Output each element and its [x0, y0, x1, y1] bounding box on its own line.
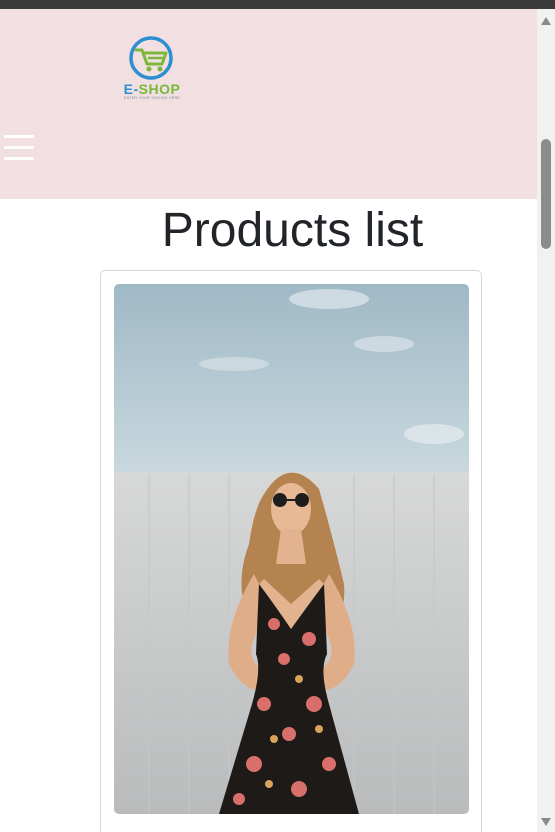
logo-e: E- — [123, 81, 139, 97]
page-viewport: E-SHOP ENTER YOUR TAGLINE HERE Products … — [0, 9, 537, 832]
scrollbar-thumb[interactable] — [541, 139, 551, 249]
scroll-down-arrow-icon[interactable] — [541, 818, 551, 826]
browser-top-strip — [0, 0, 555, 9]
logo-wordmark: E-SHOP — [118, 81, 186, 97]
product-photo[interactable] — [114, 284, 469, 814]
vertical-scrollbar[interactable] — [537, 9, 555, 832]
scroll-up-arrow-icon[interactable] — [541, 17, 551, 25]
shopping-cart-icon — [129, 36, 173, 80]
logo-shop: SHOP — [138, 81, 181, 97]
logo-tagline: ENTER YOUR TAGLINE HERE — [123, 96, 181, 100]
eshop-logo[interactable]: E-SHOP ENTER YOUR TAGLINE HERE — [118, 36, 186, 102]
product-card[interactable] — [100, 270, 482, 832]
hamburger-menu-icon[interactable] — [4, 133, 34, 163]
page-title: Products list — [161, 204, 424, 257]
site-header: E-SHOP ENTER YOUR TAGLINE HERE — [0, 9, 537, 199]
